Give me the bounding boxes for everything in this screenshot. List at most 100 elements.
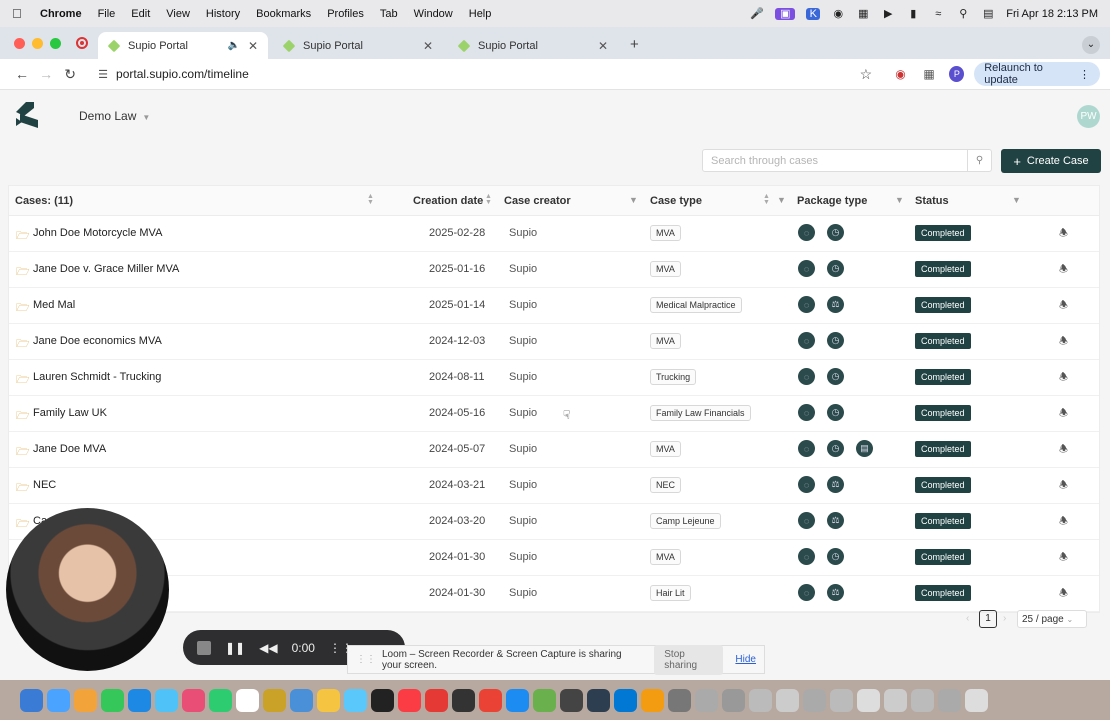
dock-app-icon[interactable] <box>641 688 664 712</box>
package-scale-icon[interactable]: ⚖ <box>827 296 844 313</box>
back-arrow-icon[interactable]: ← <box>10 66 34 82</box>
rewind-icon[interactable]: ◀◀ <box>259 641 277 655</box>
drag-handle-icon[interactable]: ⋮⋮ <box>356 654 376 665</box>
dock-app-icon[interactable] <box>236 688 259 712</box>
dock-app-icon[interactable] <box>344 688 367 712</box>
hide-link[interactable]: Hide <box>735 654 756 665</box>
package-chat-icon[interactable]: ◌ <box>798 296 815 313</box>
table-row[interactable]: 🗁 Jane Doe MVA 2024-05-07 Supio MVA ◌ ◷ ▤ Comple… <box>9 432 1099 468</box>
package-chat-icon[interactable]: ◌ <box>798 332 815 349</box>
case-name[interactable]: Jane Doe MVA <box>33 443 106 455</box>
supio-logo-icon[interactable] <box>14 100 40 130</box>
close-tab-icon[interactable]: ✕ <box>423 39 433 53</box>
dock-app-icon[interactable] <box>749 688 772 712</box>
table-row[interactable]: 🗁 Lauren Schmidt - Trucking 2024-08-11 Supi… <box>9 360 1099 396</box>
dock-app-icon[interactable] <box>425 688 448 712</box>
column-header-creation-date[interactable]: Creation date <box>413 195 483 207</box>
sort-icon[interactable]: ▲ ▼ <box>485 193 492 206</box>
bell-icon[interactable]: 🕭 <box>1059 370 1068 387</box>
dock-app-icon[interactable] <box>371 688 394 712</box>
dock-app-icon[interactable] <box>560 688 583 712</box>
package-chat-icon[interactable]: ◌ <box>798 476 815 493</box>
bell-icon[interactable]: 🕭 <box>1059 442 1068 459</box>
package-chat-icon[interactable]: ◌ <box>798 548 815 565</box>
screen-share-icon[interactable]: ▣ <box>775 7 796 20</box>
case-name[interactable]: Med Mal <box>33 299 75 311</box>
dock-app-icon[interactable] <box>668 688 691 712</box>
play-icon[interactable]: ▶ <box>881 8 895 20</box>
column-header-case-type[interactable]: Case type <box>650 195 702 207</box>
dock-app-icon[interactable] <box>938 688 961 712</box>
dock-app-icon[interactable] <box>74 688 97 712</box>
stop-recording-button[interactable] <box>197 640 211 655</box>
dock-app-icon[interactable] <box>722 688 745 712</box>
close-tab-icon[interactable]: ✕ <box>248 39 258 53</box>
tab-supio-portal-3[interactable]: Supio Portal ✕ <box>448 32 618 59</box>
dock-app-icon[interactable] <box>479 688 502 712</box>
package-chat-icon[interactable]: ◌ <box>798 368 815 385</box>
site-settings-icon[interactable]: ☰ <box>98 68 108 81</box>
package-clock-icon[interactable]: ◷ <box>827 332 844 349</box>
dock-app-icon[interactable] <box>506 688 529 712</box>
menu-window[interactable]: Window <box>414 8 453 20</box>
controller-icon[interactable]: ◉ <box>831 8 845 20</box>
bell-icon[interactable]: 🕭 <box>1059 298 1068 315</box>
bell-icon[interactable]: 🕭 <box>1059 262 1068 279</box>
webcam-bubble[interactable] <box>6 508 169 671</box>
dock-app-icon[interactable] <box>398 688 421 712</box>
prev-page-icon[interactable]: ‹ <box>966 613 969 624</box>
dock-app-icon[interactable] <box>128 688 151 712</box>
filter-icon[interactable]: ▼ <box>777 195 786 205</box>
filter-icon[interactable]: ▼ <box>1012 195 1021 205</box>
case-name[interactable]: Lauren Schmidt - Trucking <box>33 371 161 383</box>
case-name[interactable]: John Doe Motorcycle MVA <box>33 227 162 239</box>
table-row[interactable]: 🗁 Jane Doe v. Grace Miller MVA 2025-01-16 S… <box>9 252 1099 288</box>
dock-app-icon[interactable] <box>101 688 124 712</box>
package-clock-icon[interactable]: ◷ <box>827 404 844 421</box>
case-name[interactable]: NEC <box>33 479 56 491</box>
relaunch-button[interactable]: Relaunch to update ⋮ <box>974 62 1101 86</box>
extension-red-icon[interactable]: ◉ <box>892 65 909 83</box>
bell-icon[interactable]: 🕭 <box>1059 334 1068 351</box>
wifi-icon[interactable]: ≈ <box>931 8 945 20</box>
filter-icon[interactable]: ▼ <box>629 195 638 205</box>
bell-icon[interactable]: 🕭 <box>1059 514 1068 531</box>
dock-app-icon[interactable] <box>290 688 313 712</box>
table-row[interactable]: 🗁2024-01-30SupioHair Lit◌⚖Completed🕭 <box>9 576 1099 612</box>
pause-icon[interactable]: ❚❚ <box>225 641 245 655</box>
table-row[interactable]: 🗁2024-01-30SupioMVA◌◷Completed🕭 <box>9 540 1099 576</box>
user-avatar[interactable]: PW <box>1077 105 1100 128</box>
speaker-icon[interactable]: 🔈 <box>227 40 239 51</box>
reload-icon[interactable]: ↻ <box>58 66 82 83</box>
bell-icon[interactable]: 🕭 <box>1059 586 1068 603</box>
case-name[interactable]: Family Law UK <box>33 407 107 419</box>
dock-app-icon[interactable] <box>776 688 799 712</box>
package-document-icon[interactable]: ▤ <box>856 440 873 457</box>
window-icon[interactable]: ▦ <box>856 8 870 20</box>
package-chat-icon[interactable]: ◌ <box>798 260 815 277</box>
table-row[interactable]: 🗁 John Doe Motorcycle MVA 2025-02-28 Supio M… <box>9 216 1099 252</box>
spotlight-search-icon[interactable]: ⚲ <box>956 8 970 20</box>
forward-arrow-icon[interactable]: → <box>34 66 58 82</box>
dock-app-icon[interactable] <box>884 688 907 712</box>
tab-supio-portal-2[interactable]: Supio Portal ✕ <box>273 32 443 59</box>
dock-app-icon[interactable] <box>695 688 718 712</box>
url-text[interactable]: portal.supio.com/timeline <box>116 67 249 81</box>
package-chat-icon[interactable]: ◌ <box>798 512 815 529</box>
case-name[interactable]: Jane Doe economics MVA <box>33 335 162 347</box>
dock-app-icon[interactable] <box>830 688 853 712</box>
menu-help[interactable]: Help <box>469 8 492 20</box>
minimize-window-button[interactable] <box>32 38 43 49</box>
dock-app-icon[interactable] <box>47 688 70 712</box>
package-clock-icon[interactable]: ◷ <box>827 440 844 457</box>
bell-icon[interactable]: 🕭 <box>1059 406 1068 423</box>
zoom-window-button[interactable] <box>50 38 61 49</box>
dock-app-icon[interactable] <box>803 688 826 712</box>
menu-history[interactable]: History <box>206 8 240 20</box>
menu-bookmarks[interactable]: Bookmarks <box>256 8 311 20</box>
dock-app-icon[interactable] <box>965 688 988 712</box>
menu-bar-clock[interactable]: Fri Apr 18 2:13 PM <box>1006 8 1098 20</box>
apple-menu-icon[interactable]:  <box>12 6 26 21</box>
package-chat-icon[interactable]: ◌ <box>798 404 815 421</box>
dock-app-icon[interactable] <box>182 688 205 712</box>
